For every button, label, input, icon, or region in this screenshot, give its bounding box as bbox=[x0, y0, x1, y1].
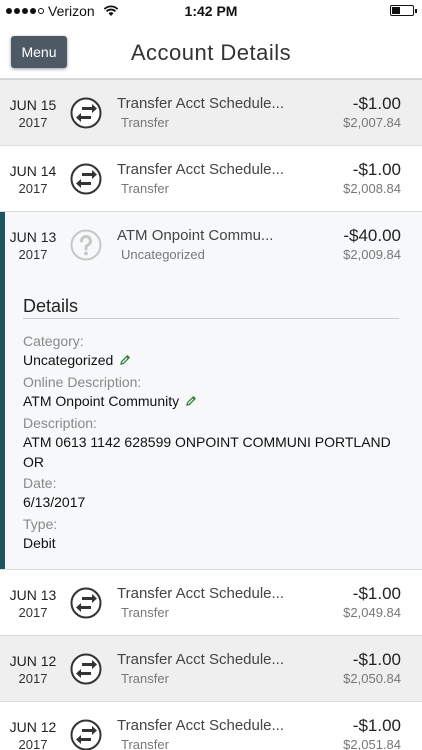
detail-type-label: Type: bbox=[23, 516, 58, 532]
edit-category-pencil-icon[interactable] bbox=[119, 354, 131, 366]
detail-online-description-value: ATM Onpoint Community bbox=[23, 393, 180, 409]
detail-date-value: 6/13/2017 bbox=[23, 494, 86, 510]
app-header: Menu Account Details bbox=[0, 22, 422, 80]
transaction-category: Transfer bbox=[121, 181, 169, 196]
transaction-year: 2017 bbox=[18, 181, 48, 196]
detail-online-description-value-row: ATM Onpoint Community bbox=[23, 391, 403, 411]
detail-description: Description: ATM 0613 1142 628599 ONPOIN… bbox=[23, 414, 403, 472]
detail-category: Category: Uncategorized bbox=[23, 332, 403, 370]
transfer-icon bbox=[70, 719, 102, 750]
detail-type: Type: Debit bbox=[23, 515, 403, 553]
transaction-description: Transfer Acct Schedule... bbox=[117, 717, 285, 734]
transaction-description: Transfer Acct Schedule... bbox=[117, 95, 285, 112]
transaction-description: Transfer Acct Schedule... bbox=[117, 585, 285, 602]
details-divider bbox=[23, 318, 399, 319]
transaction-amount: -$1.00 bbox=[352, 650, 401, 669]
transaction-amount: -$1.00 bbox=[352, 584, 401, 603]
transaction-year: 2017 bbox=[18, 737, 48, 750]
transaction-category: Transfer bbox=[121, 605, 169, 620]
detail-category-label: Category: bbox=[23, 333, 84, 349]
transaction-amount: -$1.00 bbox=[352, 716, 401, 735]
detail-type-value: Debit bbox=[23, 535, 56, 551]
transaction-date: JUN 15 2017 bbox=[8, 96, 58, 132]
details-heading: Details bbox=[23, 296, 79, 316]
detail-description-value: ATM 0613 1142 628599 ONPOINT COMMUNI POR… bbox=[23, 434, 391, 470]
question-icon bbox=[70, 229, 102, 261]
transaction-year: 2017 bbox=[18, 605, 48, 620]
transaction-month-day: JUN 13 bbox=[9, 229, 57, 245]
transaction-list: JUN 15 2017 Transfer Acct Schedule... Tr… bbox=[0, 80, 422, 750]
detail-category-value: Uncategorized bbox=[23, 352, 114, 368]
transaction-amount: -$1.00 bbox=[352, 160, 401, 179]
status-bar: Verizon 1:42 PM bbox=[0, 0, 422, 22]
transaction-month-day: JUN 15 bbox=[9, 97, 57, 113]
transfer-icon bbox=[70, 653, 102, 685]
transaction-date: JUN 13 2017 bbox=[8, 228, 58, 264]
transaction-category: Uncategorized bbox=[121, 247, 205, 262]
transaction-date: JUN 12 2017 bbox=[8, 718, 58, 750]
transaction-row[interactable]: JUN 12 2017 Transfer Acct Schedule... Tr… bbox=[0, 702, 422, 750]
transaction-row[interactable]: JUN 13 2017 Transfer Acct Schedule... Tr… bbox=[0, 570, 422, 636]
transaction-description: Transfer Acct Schedule... bbox=[117, 651, 285, 668]
transaction-year: 2017 bbox=[18, 247, 48, 262]
transaction-year: 2017 bbox=[18, 671, 48, 686]
detail-online-description: Online Description: ATM Onpoint Communit… bbox=[23, 373, 403, 411]
transaction-row[interactable]: JUN 12 2017 Transfer Acct Schedule... Tr… bbox=[0, 636, 422, 702]
transaction-row[interactable]: JUN 14 2017 Transfer Acct Schedule... Tr… bbox=[0, 146, 422, 212]
transaction-category: Transfer bbox=[121, 737, 169, 750]
transaction-description: Transfer Acct Schedule... bbox=[117, 161, 285, 178]
transaction-balance: $2,051.84 bbox=[343, 737, 401, 750]
status-time: 1:42 PM bbox=[184, 3, 238, 19]
detail-description-label: Description: bbox=[23, 415, 97, 431]
transaction-balance: $2,049.84 bbox=[343, 605, 401, 620]
transfer-icon bbox=[70, 97, 102, 129]
transaction-month-day: JUN 12 bbox=[9, 653, 57, 669]
transaction-month-day: JUN 12 bbox=[9, 719, 57, 735]
transaction-category: Transfer bbox=[121, 671, 169, 686]
transaction-date: JUN 14 2017 bbox=[8, 162, 58, 198]
battery-icon bbox=[390, 5, 417, 16]
transaction-month-day: JUN 14 bbox=[9, 163, 57, 179]
page-title: Account Details bbox=[130, 40, 292, 65]
transaction-date: JUN 13 2017 bbox=[8, 586, 58, 622]
transaction-balance: $2,007.84 bbox=[343, 115, 401, 130]
detail-online-description-label: Online Description: bbox=[23, 374, 142, 390]
transaction-row-expanded[interactable]: JUN 13 2017 ATM Onpoint Commu... Uncateg… bbox=[0, 212, 422, 570]
transaction-year: 2017 bbox=[18, 115, 48, 130]
transaction-date: JUN 12 2017 bbox=[8, 652, 58, 688]
transfer-icon bbox=[70, 163, 102, 195]
transaction-amount: -$1.00 bbox=[352, 94, 401, 113]
detail-date: Date: 6/13/2017 bbox=[23, 474, 403, 512]
transaction-amount: -$40.00 bbox=[343, 226, 401, 245]
transaction-row[interactable]: JUN 15 2017 Transfer Acct Schedule... Tr… bbox=[0, 80, 422, 146]
transfer-icon bbox=[70, 587, 102, 619]
transaction-category: Transfer bbox=[121, 115, 169, 130]
transaction-month-day: JUN 13 bbox=[9, 587, 57, 603]
transaction-balance: $2,050.84 bbox=[343, 671, 401, 686]
selected-accent-bar bbox=[0, 212, 5, 569]
transaction-description: ATM Onpoint Commu... bbox=[117, 227, 274, 244]
edit-description-pencil-icon[interactable] bbox=[185, 395, 197, 407]
detail-date-label: Date: bbox=[23, 475, 57, 491]
detail-category-value-row: Uncategorized bbox=[23, 350, 403, 370]
transaction-balance: $2,008.84 bbox=[343, 181, 401, 196]
transaction-balance: $2,009.84 bbox=[343, 247, 401, 262]
